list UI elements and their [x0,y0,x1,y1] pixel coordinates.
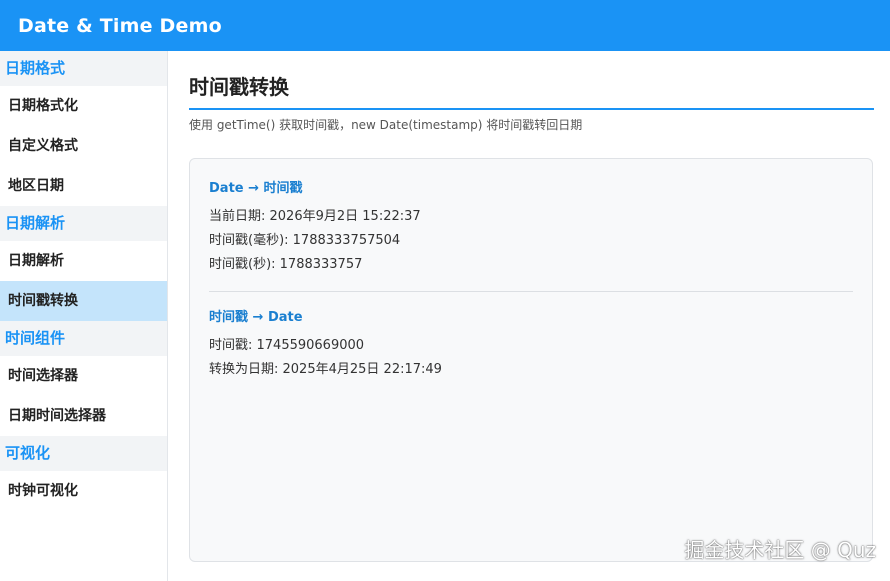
sidebar-group-visualization: 可视化 [0,436,167,471]
sidebar-group-date-parsing: 日期解析 [0,206,167,241]
sidebar-item-datetime-picker[interactable]: 日期时间选择器 [0,396,167,436]
section-divider [209,291,853,292]
converted-date-line: 转换为日期: 2025年4月25日 22:17:49 [209,362,442,377]
sidebar-group-time-components: 时间组件 [0,321,167,356]
app-header: Date & Time Demo [0,0,890,51]
main-content: 时间戳转换 使用 getTime() 获取时间戳，new Date(timest… [169,51,890,581]
app-title: Date & Time Demo [18,14,222,37]
watermark: 掘金技术社区 @ Quz [684,538,876,562]
input-timestamp-line: 时间戳: 1745590669000 [209,338,365,353]
sidebar-item-custom-format[interactable]: 自定义格式 [0,126,167,166]
sidebar-group-date-format: 日期格式 [0,51,167,86]
demo-card: Date → 时间戳 当前日期: 2026年9月2日 15:22:37 时间戳(… [189,158,873,562]
sidebar-item-locale-date[interactable]: 地区日期 [0,166,167,206]
current-date-line: 当前日期: 2026年9月2日 15:22:37 [209,209,421,224]
section-title-date-to-timestamp: Date → 时间戳 [209,181,303,196]
sidebar-item-date-formatting[interactable]: 日期格式化 [0,86,167,126]
sidebar-item-clock-visualization[interactable]: 时钟可视化 [0,471,167,511]
sidebar-item-time-picker[interactable]: 时间选择器 [0,356,167,396]
timestamp-s-line: 时间戳(秒): 1788333757 [209,257,363,272]
section-title-timestamp-to-date: 时间戳 → Date [209,310,303,325]
timestamp-ms-line: 时间戳(毫秒): 1788333757504 [209,233,401,248]
page-title: 时间戳转换 [189,71,874,110]
sidebar-nav: 日期格式 日期格式化 自定义格式 地区日期 日期解析 日期解析 时间戳转换 时间… [0,51,168,581]
sidebar-item-timestamp-conversion[interactable]: 时间戳转换 [0,281,167,321]
page-description: 使用 getTime() 获取时间戳，new Date(timestamp) 将… [189,118,583,132]
sidebar-item-date-parsing[interactable]: 日期解析 [0,241,167,281]
